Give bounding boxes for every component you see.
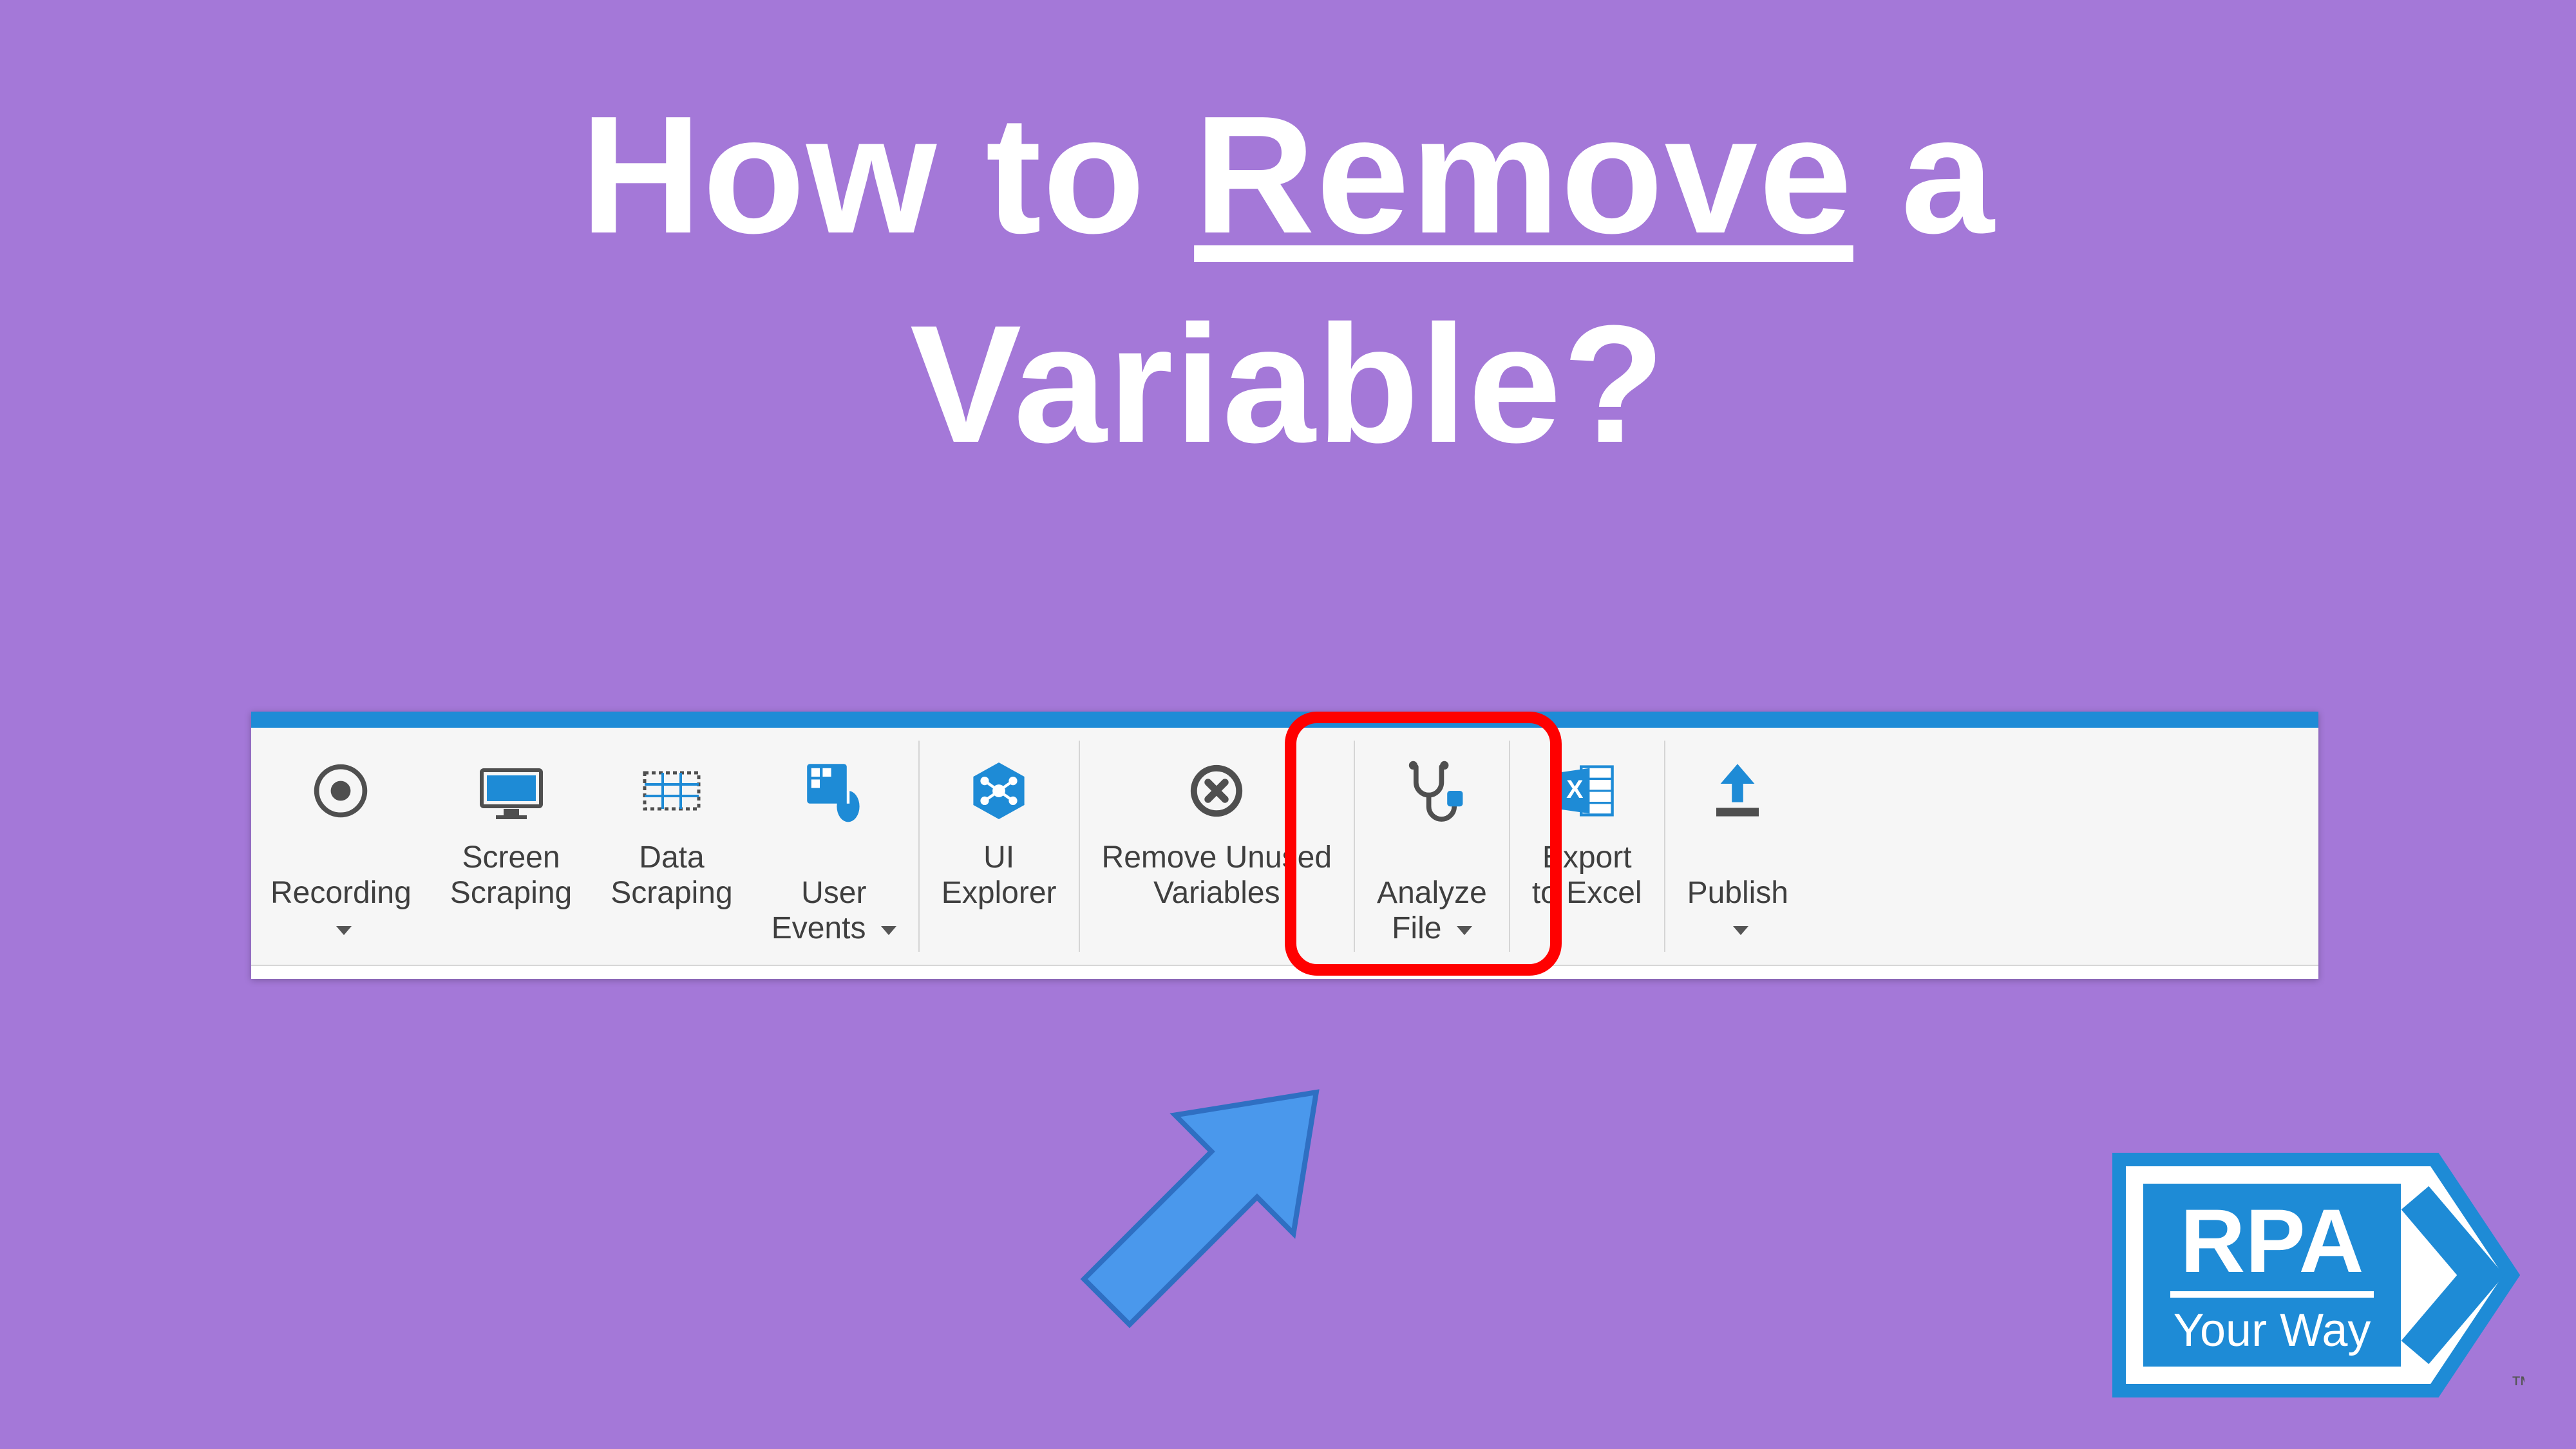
pointer-arrow-icon [1005,1018,1391,1404]
analyze-file-label: Analyze File [1377,840,1487,947]
table-icon [633,746,710,836]
record-icon [305,746,376,836]
logo-line1: RPA [2180,1190,2363,1291]
title-prefix: How to [580,82,1194,269]
svg-text:X: X [1566,775,1584,804]
logo-line2: Your Way [2174,1305,2371,1356]
monitor-icon [473,746,550,836]
remove-unused-variables-button[interactable]: Remove Unused Variables [1083,728,1352,965]
events-icon [799,746,869,836]
separator [1079,741,1080,952]
separator [1354,741,1355,952]
remove-unused-variables-label: Remove Unused Variables [1102,840,1332,911]
excel-icon: X [1551,746,1622,836]
separator [1664,741,1665,952]
data-scraping-button[interactable]: Data Scraping [591,728,752,965]
publish-button[interactable]: Publish [1668,728,1808,965]
dropdown-caret-icon [336,926,352,935]
logo-tm: ™ [2510,1371,2524,1397]
dropdown-caret-icon [1457,926,1472,935]
ribbon-toolbar: Recording Screen Scraping [251,712,2318,979]
data-scraping-label: Data Scraping [611,840,732,911]
recording-button[interactable]: Recording [251,728,431,965]
stethoscope-icon [1396,746,1467,836]
remove-icon [1181,746,1252,836]
user-events-label: User Events [772,840,896,947]
publish-label: Publish [1687,840,1788,947]
analyze-file-button[interactable]: Analyze File [1358,728,1506,965]
export-to-excel-label: Export to Excel [1532,840,1642,911]
ui-explorer-label: UI Explorer [942,840,1057,911]
recording-label: Recording [270,840,412,947]
ribbon-top-bar [251,712,2318,728]
title-underlined: Remove [1194,82,1853,269]
ui-explorer-icon [963,746,1034,836]
separator [1509,741,1510,952]
slide-title: How to Remove a Variable? [0,71,2576,489]
screen-scraping-label: Screen Scraping [450,840,572,911]
dropdown-caret-icon [881,926,896,935]
export-to-excel-button[interactable]: X Export to Excel [1513,728,1662,965]
ribbon-body: Recording Screen Scraping [251,728,2318,966]
rpa-your-way-logo: RPA Your Way ™ [2112,1153,2524,1397]
dropdown-caret-icon [1733,926,1748,935]
separator [918,741,920,952]
ui-explorer-button[interactable]: UI Explorer [922,728,1076,965]
upload-icon [1702,746,1773,836]
user-events-button[interactable]: User Events [752,728,916,965]
screen-scraping-button[interactable]: Screen Scraping [431,728,591,965]
